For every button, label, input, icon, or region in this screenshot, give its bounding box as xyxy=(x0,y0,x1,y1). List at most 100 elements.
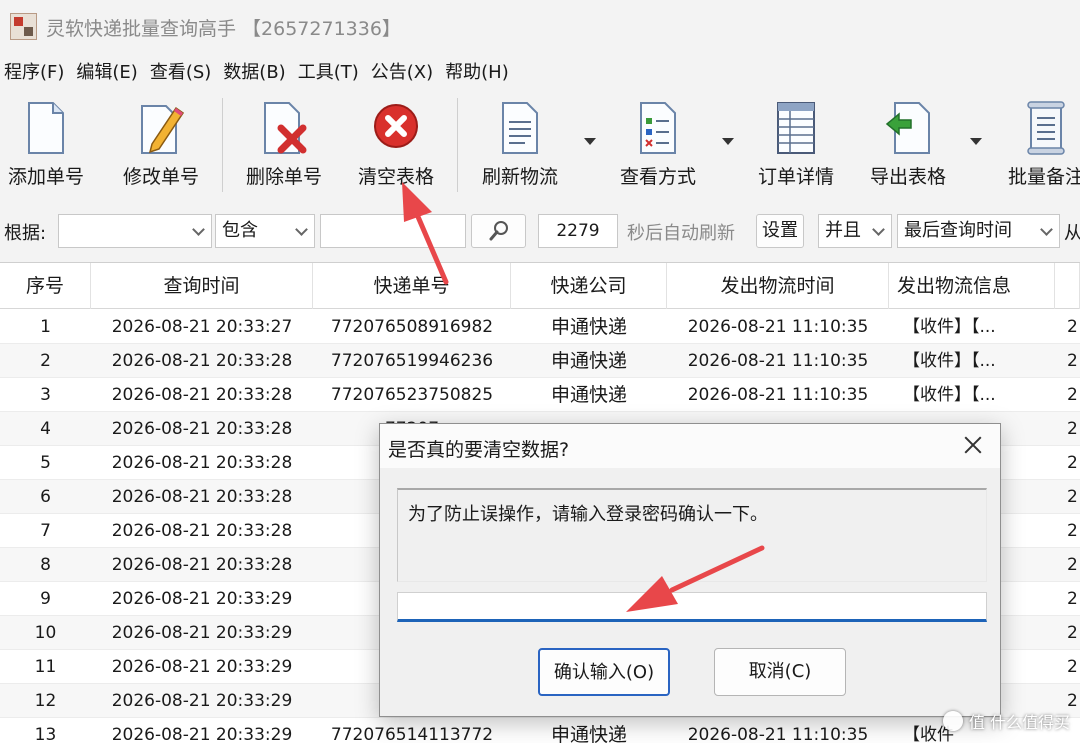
confirm-input-button[interactable]: 确认输入(O) xyxy=(538,648,670,696)
menu-data[interactable]: 数据(B) xyxy=(219,58,293,88)
search-button[interactable] xyxy=(471,214,526,248)
export-table-label: 导出表格 xyxy=(869,166,946,188)
cell-no: 13 xyxy=(34,725,57,743)
view-dropdown-icon[interactable] xyxy=(722,138,734,145)
column-header-ship-time[interactable]: 发出物流时间 xyxy=(667,263,889,309)
logic-value: 并且 xyxy=(825,220,861,241)
cell-extra: 2 xyxy=(1067,589,1078,609)
title-bar: 灵软快递批量查询高手 【2657271336】 xyxy=(0,0,1080,54)
menu-view[interactable]: 查看(S) xyxy=(146,58,219,88)
export-document-icon xyxy=(885,102,930,154)
chevron-down-icon xyxy=(1040,223,1053,236)
export-table-button[interactable]: 导出表格 xyxy=(862,96,954,192)
view-mode-button[interactable]: 查看方式 xyxy=(612,96,704,192)
cell-ship-time: 2026-08-21 11:10:35 xyxy=(687,317,869,337)
app-logo-icon xyxy=(10,13,37,40)
cell-extra: 2 xyxy=(1067,521,1078,541)
cell-ship-info: 【收件】【... xyxy=(903,351,996,371)
sort-field-value: 最后查询时间 xyxy=(904,220,1012,241)
cell-query-time: 2026-08-21 20:33:28 xyxy=(111,521,293,541)
cell-no: 6 xyxy=(40,487,51,507)
menu-announcement[interactable]: 公告(X) xyxy=(367,58,441,88)
password-input[interactable] xyxy=(397,592,987,622)
edit-number-button[interactable]: 修改单号 xyxy=(115,96,207,192)
delete-number-button[interactable]: 删除单号 xyxy=(238,96,330,192)
close-icon[interactable] xyxy=(960,432,986,458)
refresh-seconds-field[interactable]: 2279 xyxy=(538,214,618,248)
cell-query-time: 2026-08-21 20:33:28 xyxy=(111,351,293,371)
cell-extra: 2 xyxy=(1067,657,1078,677)
clear-table-button[interactable]: 清空表格 xyxy=(350,96,442,192)
settings-button[interactable]: 设置 xyxy=(756,214,804,248)
table-row[interactable]: 13 2026-08-21 20:33:29 772076514113772 申通快递… xyxy=(0,718,1080,743)
column-header-tracking-number[interactable]: 快递单号 xyxy=(313,263,511,309)
menu-bar: 程序(F) 编辑(E) 查看(S) 数据(B) 工具(T) 公告(X) 帮助(H… xyxy=(0,58,517,88)
menu-help[interactable]: 帮助(H) xyxy=(441,58,517,88)
cell-extra: 2 xyxy=(1067,487,1078,507)
window-title: 灵软快递批量查询高手 【2657271336】 xyxy=(46,18,401,40)
cell-no: 1 xyxy=(40,317,51,337)
batch-note-label: 批量备注 xyxy=(1007,166,1080,188)
column-header-no[interactable]: 序号 xyxy=(0,263,91,309)
chevron-down-icon xyxy=(295,223,308,236)
menu-edit[interactable]: 编辑(E) xyxy=(72,58,145,88)
filter-by-label: 根据: xyxy=(4,223,47,244)
menu-tools[interactable]: 工具(T) xyxy=(294,58,367,88)
scroll-note-icon xyxy=(1027,101,1065,155)
export-dropdown-icon[interactable] xyxy=(970,138,982,145)
cell-no: 11 xyxy=(34,657,57,677)
cell-query-time: 2026-08-21 20:33:29 xyxy=(111,623,293,643)
filter-field-select[interactable] xyxy=(58,214,212,248)
cell-no: 5 xyxy=(40,453,51,473)
cell-query-time: 2026-08-21 20:33:28 xyxy=(111,487,293,507)
batch-note-button[interactable]: 批量备注 xyxy=(996,96,1080,192)
column-header-ship-info[interactable]: 发出物流信息 xyxy=(889,263,1055,309)
filter-match-select[interactable]: 包含 xyxy=(215,214,315,248)
cell-no: 8 xyxy=(40,555,51,575)
cell-query-time: 2026-08-21 20:33:28 xyxy=(111,385,293,405)
table-row[interactable]: 3 2026-08-21 20:33:28 772076523750825 申通快递 2… xyxy=(0,378,1080,412)
cell-tracking-number: 772076519946236 xyxy=(330,351,494,371)
refresh-dropdown-icon[interactable] xyxy=(584,138,596,145)
cell-extra: 2 xyxy=(1067,419,1078,439)
new-document-icon xyxy=(28,102,64,154)
logic-select[interactable]: 并且 xyxy=(818,214,892,248)
cell-no: 9 xyxy=(40,589,51,609)
sort-field-select[interactable]: 最后查询时间 xyxy=(897,214,1060,248)
column-header-query-time[interactable]: 查询时间 xyxy=(91,263,313,309)
document-list-icon xyxy=(502,102,538,154)
cell-query-time: 2026-08-21 20:33:29 xyxy=(111,657,293,677)
watermark-text: 值 什么值得买 xyxy=(968,713,1070,732)
cell-courier: 申通快递 xyxy=(550,384,627,406)
filter-match-value: 包含 xyxy=(222,220,258,241)
cell-ship-info: 【收件】【... xyxy=(903,385,996,405)
cancel-button[interactable]: 取消(C) xyxy=(714,648,846,696)
cell-query-time: 2026-08-21 20:33:28 xyxy=(111,555,293,575)
column-header-extra[interactable] xyxy=(1055,263,1080,309)
cell-ship-time: 2026-08-21 11:10:35 xyxy=(687,351,869,371)
toolbar-separator xyxy=(222,98,223,192)
toolbar: 添加单号 修改单号 删除单号 清空表格 刷新物流 查看方式 订单详情 导出表格 … xyxy=(0,92,1080,198)
order-details-button[interactable]: 订单详情 xyxy=(750,96,842,192)
table-row[interactable]: 2 2026-08-21 20:33:28 772076519946236 申通快递 2… xyxy=(0,344,1080,378)
cell-extra: 2 xyxy=(1067,317,1078,337)
from-label: 从 xyxy=(1064,223,1080,244)
filter-keyword-input[interactable] xyxy=(320,214,466,248)
dialog-title: 是否真的要清空数据? xyxy=(388,439,570,461)
cell-query-time: 2026-08-21 20:33:29 xyxy=(111,589,293,609)
toolbar-separator xyxy=(457,98,458,192)
table-row[interactable]: 1 2026-08-21 20:33:27 772076508916982 申通快递 2… xyxy=(0,310,1080,344)
chevron-down-icon xyxy=(872,223,885,236)
add-number-button[interactable]: 添加单号 xyxy=(0,96,92,192)
menu-program[interactable]: 程序(F) xyxy=(0,58,72,88)
cell-query-time: 2026-08-21 20:33:29 xyxy=(111,691,293,711)
cell-tracking-number: 772076514113772 xyxy=(330,725,494,743)
refresh-logistics-button[interactable]: 刷新物流 xyxy=(474,96,566,192)
spreadsheet-icon xyxy=(777,102,815,154)
delete-document-icon xyxy=(264,102,307,154)
cell-no: 12 xyxy=(34,691,57,711)
cell-tracking-number: 772076508916982 xyxy=(330,317,494,337)
column-header-courier[interactable]: 快递公司 xyxy=(511,263,667,309)
edit-number-label: 修改单号 xyxy=(122,166,199,188)
cell-extra: 2 xyxy=(1067,555,1078,575)
